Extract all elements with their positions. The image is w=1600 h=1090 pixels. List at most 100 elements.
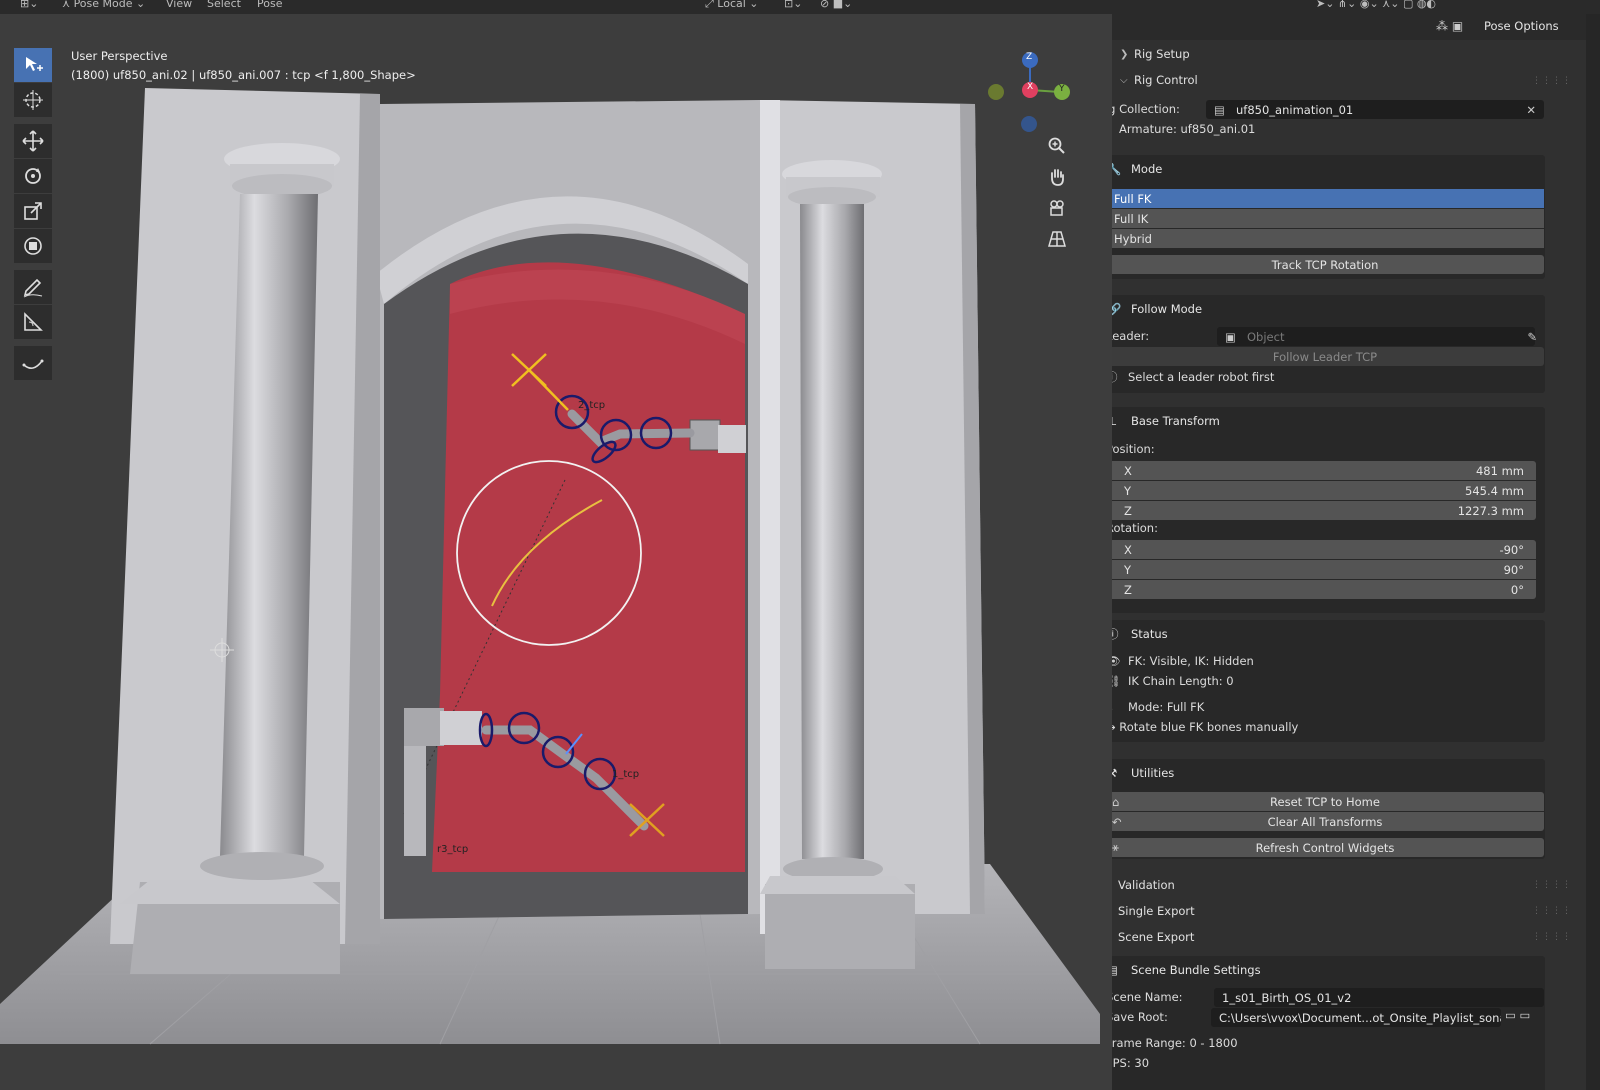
follow-mode-box: 🔗 Follow Mode Leader: ▣ Object ✎ Follow L… [1112,295,1545,393]
select-tool-icon[interactable] [14,48,52,82]
bundle-title-text: Scene Bundle Settings [1131,963,1261,977]
mode-select[interactable]: ⋏ Pose Mode ⌄ [62,0,145,10]
eye-icon: 👁 [1112,654,1121,668]
rig-collection-value: uf850_animation_01 [1236,102,1354,117]
perspective-label: User Perspective [71,49,168,63]
sidebar-tabs[interactable] [1586,14,1600,1090]
3d-viewport[interactable]: User Perspective (1800) uf850_ani.02 | u… [0,14,1112,1090]
scene-bundle-box: ▤ Scene Bundle Settings Scene Name: 1_s01… [1112,956,1545,1090]
leader-placeholder: Object [1247,329,1285,344]
menu-pose[interactable]: Pose [257,0,282,10]
rotation-z-value: 0° [1510,582,1524,597]
status-box: ⓘ Status 👁 FK: Visible, IK: Hidden ⛓ IK Cha… [1112,620,1545,742]
eyedropper-icon[interactable]: ✎ [1527,330,1537,344]
snap-icon[interactable]: ⊘ ■⌄ [820,0,852,10]
rotation-x-field[interactable]: X -90° [1112,540,1536,559]
info-icon: ⓘ [1112,369,1128,385]
mode-option-full-ik[interactable]: Full IK [1112,209,1544,228]
drag-handle[interactable]: ⋮⋮⋮⋮ [1532,932,1572,942]
utilities-box: ⚒ Utilities ⌂ Reset TCP to Home ↶ Clear All… [1112,759,1545,859]
reset-tcp-button[interactable]: ⌂ Reset TCP to Home [1112,792,1544,811]
pan-hand-icon[interactable] [1043,163,1071,191]
position-z-value: 1227.3 mm [1457,503,1524,518]
mode-option-hybrid[interactable]: Hybrid [1112,229,1544,248]
base-transform-box: ⊥ Base Transform Position: X 481 mm Y 545.4… [1112,407,1545,613]
follow-hint-row: ⓘSelect a leader robot first [1112,369,1274,385]
rig-collection-field[interactable]: ▤ uf850_animation_01 ✕ [1206,100,1544,119]
grid-perspective-icon[interactable] [1043,225,1071,253]
mode-option-full-fk[interactable]: Full FK [1112,189,1544,208]
bone-label-third: r3_tcp [437,844,469,855]
validation-header[interactable]: ❯Validation [1112,874,1175,896]
validation-label: Validation [1118,878,1175,892]
utilities-title: ⚒ Utilities [1112,763,1174,783]
drag-handle[interactable]: ⋮⋮⋮⋮ [1532,880,1572,890]
position-z-axis: Z [1124,503,1132,518]
home-icon: ⌂ [1112,794,1120,809]
rotation-x-value: -90° [1499,542,1524,557]
archive-icon: ▤ [1112,963,1118,977]
base-title: ⊥ Base Transform [1112,411,1220,431]
position-label: Position: [1112,442,1155,456]
move-tool-icon[interactable] [14,124,52,158]
armature-label: Armature: uf850_ani.01 [1119,122,1256,136]
follow-title: 🔗 Follow Mode [1112,299,1202,319]
rig-collection-label: Rig Collection: [1112,102,1180,116]
editor-type-icon[interactable]: ⊞⌄ [20,0,38,10]
leader-label: Leader: [1112,329,1150,343]
mode-title-text: Mode [1131,162,1163,176]
bone-envelope-tool-icon[interactable] [14,346,52,380]
save-root-label: Save Root: [1112,1010,1168,1024]
save-root-input[interactable]: C:\Users\vvox\Document...ot_Onsite_Playl… [1211,1008,1501,1027]
status-title-text: Status [1131,627,1168,641]
status-chain-row: ⛓ IK Chain Length: 0 [1112,674,1234,688]
status-mode-row: ⤣Mode: Full FK [1112,700,1204,715]
menu-view[interactable]: View [166,0,192,10]
transform-orientation[interactable]: ⤢ Local ⌄ [705,0,759,11]
follow-title-text: Follow Mode [1131,302,1203,316]
clear-transforms-label: Clear All Transforms [1267,814,1383,829]
transform-tool-icon[interactable] [14,229,52,263]
position-x-field[interactable]: X 481 mm [1112,461,1536,480]
track-tcp-rotation-button[interactable]: Track TCP Rotation [1112,255,1544,274]
header-bar: ⊞⌄ ⋏ Pose Mode ⌄ View Select Pose ⤢ Loca… [0,0,1600,14]
mode-title: 🔧 Mode [1112,159,1162,179]
scale-tool-icon[interactable] [14,194,52,228]
fps: FPS: 30 [1112,1056,1150,1070]
gizmo-y-label: Y [1059,84,1065,94]
mode-label: Pose Mode [73,0,133,10]
clear-transforms-button[interactable]: ↶ Clear All Transforms [1112,812,1544,831]
clear-icon[interactable]: ✕ [1526,103,1536,117]
follow-hint: Select a leader robot first [1128,370,1275,384]
scene-render [0,14,1112,1090]
rotate-tool-icon[interactable] [14,159,52,193]
bone-label-lower: 1_tcp [612,769,640,780]
drag-handle[interactable]: ⋮⋮⋮⋮ [1532,906,1572,916]
pivot-icon[interactable]: ⊡⌄ [784,0,802,10]
transform-icon: ⊥ [1112,414,1118,428]
status-title: ⓘ Status [1112,624,1168,644]
menu-select[interactable]: Select [207,0,241,10]
camera-icon[interactable] [1043,194,1071,222]
scene-export-header[interactable]: ⌵Scene Export [1112,926,1194,948]
rotation-y-field[interactable]: Y 90° [1112,560,1536,579]
status-visibility-row: 👁 FK: Visible, IK: Hidden [1112,654,1254,668]
cursor-tool-icon[interactable] [14,83,52,117]
measure-tool-icon[interactable] [14,305,52,339]
annotate-tool-icon[interactable] [14,270,52,304]
zoom-icon[interactable] [1043,132,1071,160]
leader-field[interactable]: ▣ Object ✎ [1217,327,1537,346]
rotation-y-axis: Y [1124,562,1132,577]
scene-name-label: Scene Name: [1112,990,1183,1004]
rotation-z-field[interactable]: Z 0° [1112,580,1536,599]
scene-name-input[interactable]: 1_s01_Birth_OS_01_v2 [1214,988,1544,1007]
single-export-header[interactable]: ❯Single Export [1112,900,1195,922]
folder-icon[interactable]: ▭ ▭ [1505,1008,1530,1022]
follow-leader-tcp-button[interactable]: Follow Leader TCP [1112,347,1544,366]
position-z-field[interactable]: Z 1227.3 mm [1112,501,1536,520]
refresh-widgets-button[interactable]: ⚹ Refresh Control Widgets [1112,838,1544,857]
orientation-label: Local [717,0,746,10]
gizmo-toggle-icon[interactable]: ➤⌄ ⋔⌄ ◉⌄ ⋏⌄ ▢ ◍◐ [1316,0,1436,10]
object-icon: ▣ [1225,329,1236,344]
position-y-field[interactable]: Y 545.4 mm [1112,481,1536,500]
